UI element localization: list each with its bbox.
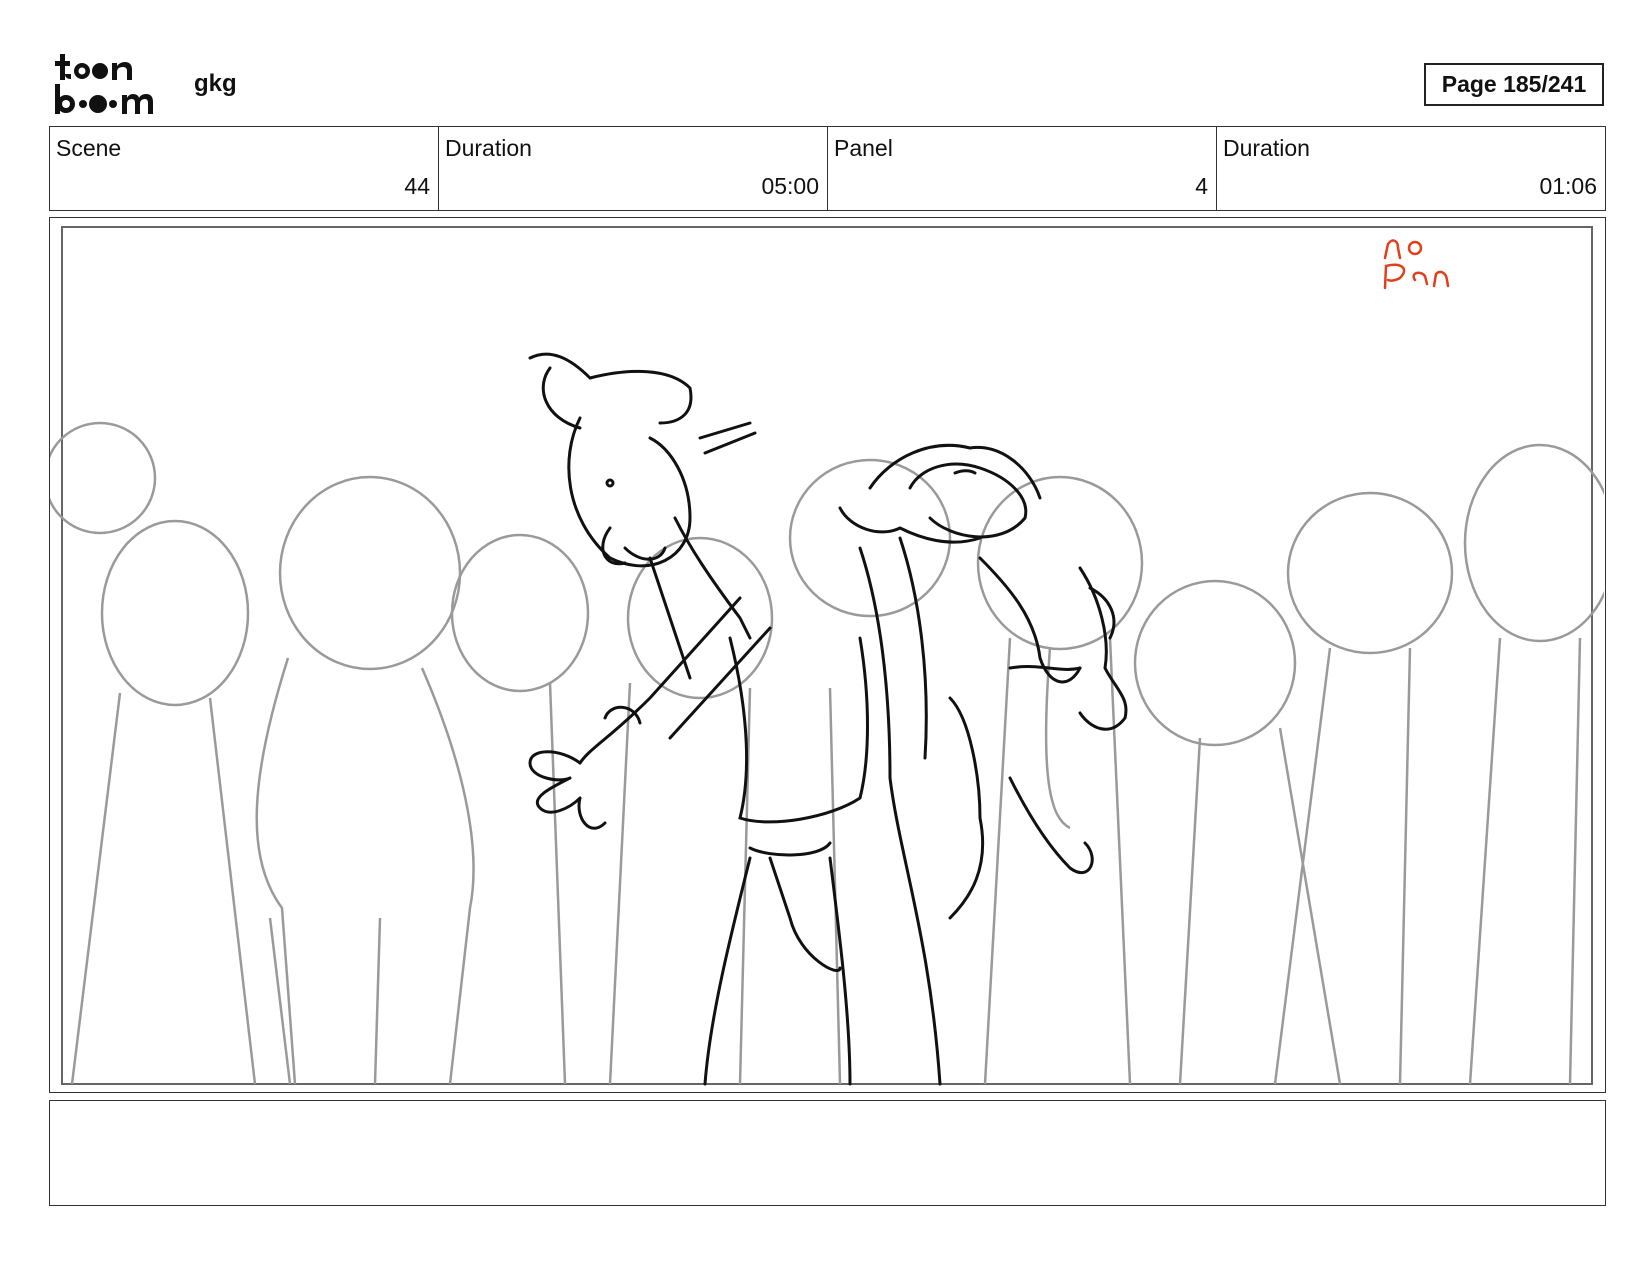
toonboom-logo [55, 54, 153, 114]
scene-duration-value: 05:00 [761, 173, 819, 199]
scene-label: Scene [56, 135, 122, 161]
storyboard-panel [49, 217, 1606, 1093]
panel-duration-value: 01:06 [1539, 173, 1597, 199]
panel-notes [49, 1100, 1606, 1206]
crowd-sketch [50, 421, 1604, 1085]
scene-cell: Scene 44 [50, 127, 439, 210]
panel-sketch [50, 226, 1604, 1086]
panel-cell: Panel 4 [828, 127, 1217, 210]
character-sketch [528, 352, 1128, 1086]
panel-label: Panel [834, 135, 893, 161]
scene-duration-cell: Duration 05:00 [439, 127, 828, 210]
scene-value: 44 [404, 173, 430, 199]
info-table: Scene 44 Duration 05:00 Panel 4 Duration… [49, 126, 1606, 211]
page-indicator: Page 185/241 [1424, 63, 1604, 106]
panel-duration-label: Duration [1223, 135, 1310, 161]
panel-duration-cell: Duration 01:06 [1217, 127, 1605, 210]
panel-value: 4 [1195, 173, 1208, 199]
project-name: gkg [194, 70, 237, 97]
camera-frame [61, 226, 1593, 1085]
no-pan-annotation [1383, 239, 1450, 290]
scene-duration-label: Duration [445, 135, 532, 161]
